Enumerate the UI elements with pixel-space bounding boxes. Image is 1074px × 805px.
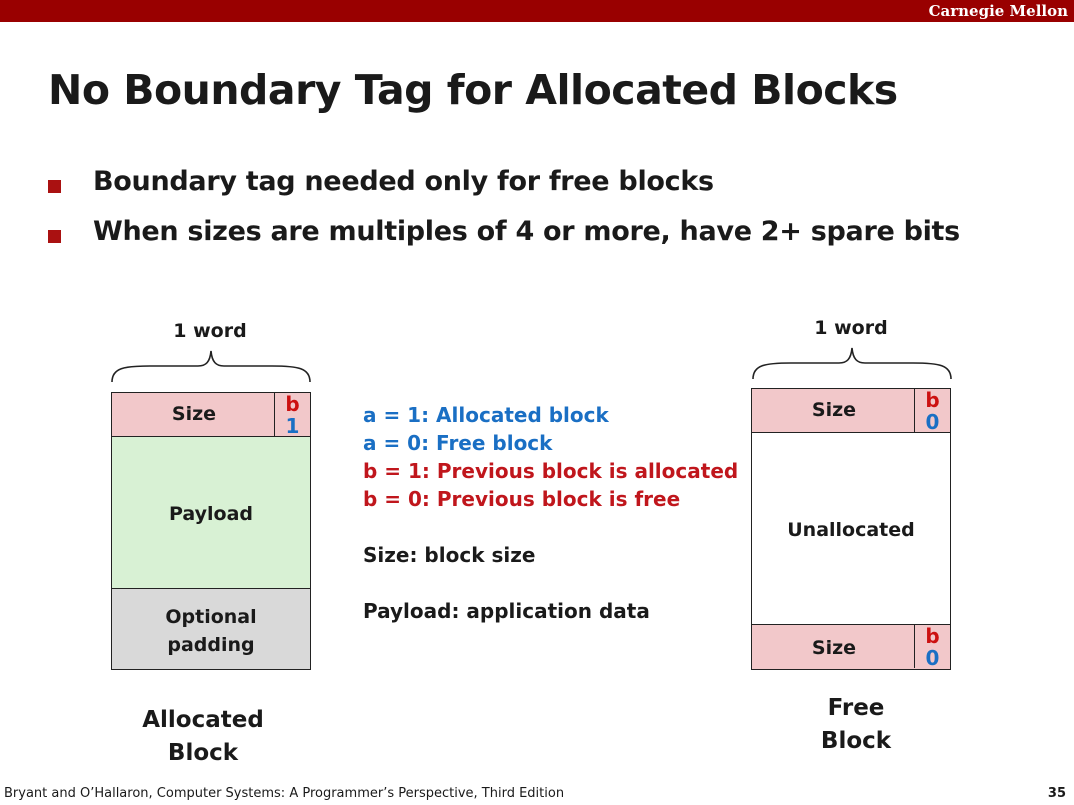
allocated-header-cell: Size b 1 [111,392,311,438]
unallocated-label: Unallocated [787,519,915,541]
free-caption: Free Block [766,692,946,758]
bullet-square-icon [48,180,61,193]
free-caption-line1: Free [827,695,885,721]
allocated-word-label: 1 word [173,320,247,342]
free-brace-icon [752,347,952,380]
legend-a0: a = 0: Free block [363,431,553,455]
bullet-list: Boundary tag needed only for free blocks… [48,166,960,266]
free-word-label: 1 word [814,317,888,339]
allocated-b-letter: b [285,393,300,416]
payload-cell: Payload [111,436,311,590]
top-banner: Carnegie Mellon [0,0,1074,22]
slide-title: No Boundary Tag for Allocated Blocks [48,66,898,114]
allocated-caption-line2: Block [167,740,239,766]
legend-payload: Payload: application data [363,599,650,623]
bullet-item: When sizes are multiples of 4 or more, h… [48,216,960,266]
free-header-b-value: 0 [925,410,940,432]
legend-a1: a = 1: Allocated block [363,403,609,427]
allocated-b-value: 1 [285,414,300,436]
payload-label: Payload [168,503,254,525]
legend-spacer [363,569,738,597]
brand-label: Carnegie Mellon [928,2,1068,20]
allocated-caption: Allocated Block [113,704,293,770]
free-footer-cell: Size b 0 [751,624,951,670]
padding-label: Optional padding [112,603,310,659]
allocated-size-label: Size [171,403,217,425]
padding-cell: Optional padding [111,588,311,670]
free-header-cell: Size b 0 [751,388,951,434]
free-header-b-letter: b [925,389,940,412]
free-caption-line2: Block [820,728,892,754]
free-header-size-label: Size [811,399,857,421]
legend-size: Size: block size [363,543,536,567]
free-footer-b-letter: b [925,625,940,648]
allocated-b-bit: b 1 [274,393,310,436]
bullet-item: Boundary tag needed only for free blocks [48,166,960,216]
allocated-brace-icon [111,350,311,383]
bullet-text: When sizes are multiples of 4 or more, h… [93,216,960,247]
free-footer-size-label: Size [811,637,857,659]
free-header-b-bit: b 0 [914,389,950,432]
padding-line1: Optional [165,606,257,628]
legend-spacer [363,513,738,541]
padding-line2: padding [167,634,255,656]
free-footer-b-bit: b 0 [914,625,950,668]
bullet-text: Boundary tag needed only for free blocks [93,166,714,197]
bullet-square-icon [48,230,61,243]
unallocated-cell: Unallocated [751,432,951,626]
free-footer-b-value: 0 [925,646,940,668]
footer-citation: Bryant and O’Hallaron, Computer Systems:… [4,786,565,801]
legend: a = 1: Allocated block a = 0: Free block… [363,401,738,625]
allocated-caption-line1: Allocated [142,707,264,733]
legend-b1: b = 1: Previous block is allocated [363,459,739,483]
legend-b0: b = 0: Previous block is free [363,487,681,511]
page-number: 35 [1047,786,1066,801]
